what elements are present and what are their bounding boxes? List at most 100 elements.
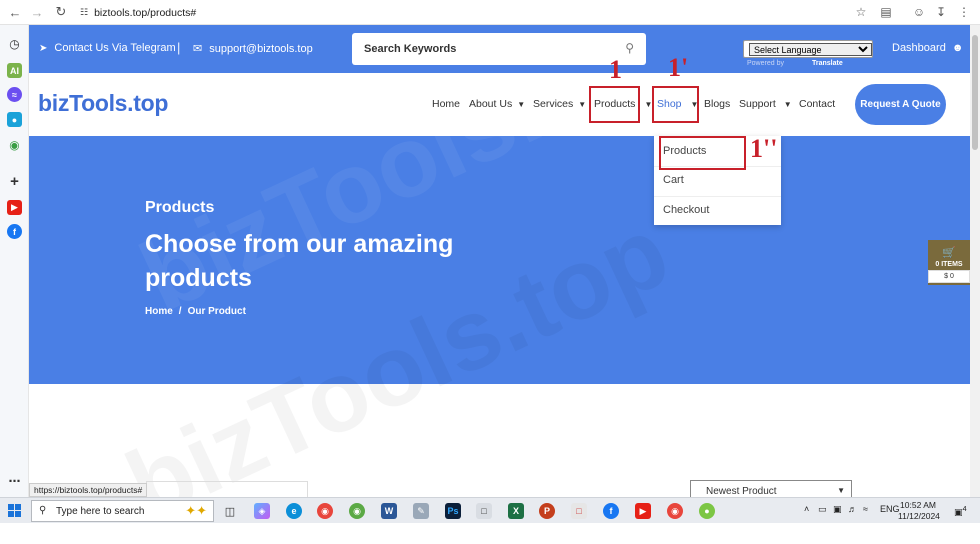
speaker-icon[interactable]: ♬ bbox=[848, 504, 857, 514]
search-icon: ⚲ bbox=[39, 505, 47, 516]
request-quote-button[interactable]: Request A Quote bbox=[855, 84, 946, 125]
site-info-icon[interactable]: ☷ bbox=[80, 7, 88, 18]
app-icon[interactable]: ● bbox=[699, 503, 715, 519]
annotation-label-1-prime: 1' bbox=[668, 53, 689, 82]
annotation-label-1: 1 bbox=[609, 55, 622, 84]
annotation-box-shop bbox=[652, 86, 699, 123]
telegram-link[interactable]: ➤ Contact Us Via Telegram bbox=[39, 42, 176, 54]
edge-icon[interactable]: e bbox=[286, 503, 302, 519]
chevron-down-icon: ▼ bbox=[783, 99, 792, 109]
history-icon[interactable]: ◷ bbox=[7, 36, 22, 51]
email-link[interactable]: ✉ support@biztools.top bbox=[193, 42, 313, 56]
task-view-icon[interactable]: ◫ bbox=[222, 503, 238, 519]
taskbar: ⚲ Type here to search ✦✦ ◫ ◈ e ◉ ◉ W ✎ P… bbox=[0, 497, 980, 523]
chevron-down-icon: ▼ bbox=[517, 99, 526, 109]
youtube-icon[interactable]: ▶ bbox=[7, 200, 22, 215]
search-icon[interactable]: ⚲ bbox=[625, 41, 634, 55]
annotation-box-products bbox=[589, 86, 640, 123]
taskbar-search-input[interactable]: ⚲ Type here to search ✦✦ bbox=[31, 500, 214, 522]
download-icon[interactable]: ↧ bbox=[933, 4, 949, 20]
site-logo[interactable]: bizTools.top bbox=[38, 90, 168, 117]
hero-banner: bizTools.top Products Choose from our am… bbox=[29, 136, 970, 384]
language-indicator[interactable]: ENG bbox=[880, 504, 900, 514]
breadcrumb-separator: / bbox=[178, 306, 182, 317]
excel-icon[interactable]: X bbox=[508, 503, 524, 519]
forward-icon[interactable]: → bbox=[26, 1, 48, 23]
browser-app-icon[interactable]: ◉ bbox=[349, 503, 365, 519]
site-header: bizTools.top Home About Us ▼ Services ▼ Pr… bbox=[29, 73, 970, 136]
back-icon[interactable]: ← bbox=[4, 1, 26, 23]
clock[interactable]: 10:52 AM 11/12/2024 bbox=[898, 500, 940, 522]
language-select[interactable]: Select Language bbox=[743, 40, 873, 58]
chevron-down-icon: ▼ bbox=[578, 99, 587, 109]
tray-chevron-icon[interactable]: ˄ bbox=[804, 504, 809, 514]
network-icon[interactable]: ▣ bbox=[833, 504, 842, 515]
search-input[interactable]: Search Keywords ⚲ bbox=[352, 33, 646, 65]
nav-blogs[interactable]: Blogs bbox=[704, 98, 730, 110]
bookmark-star-icon[interactable]: ☆ bbox=[853, 4, 869, 20]
add-icon[interactable]: + bbox=[7, 173, 22, 190]
nav-home[interactable]: Home bbox=[432, 98, 460, 110]
cart-icon: 🛒 bbox=[942, 246, 956, 259]
nav-support[interactable]: Support ▼ bbox=[739, 98, 792, 110]
sort-select[interactable]: Newest Product ▼ bbox=[690, 480, 852, 497]
file-icon[interactable]: □ bbox=[476, 503, 492, 519]
games-icon[interactable]: ◉ bbox=[7, 137, 22, 152]
wifi-icon[interactable]: ≈ bbox=[863, 504, 868, 514]
scrollbar-thumb[interactable] bbox=[972, 35, 978, 150]
language-dropdown[interactable]: Select Language bbox=[749, 42, 872, 56]
sparkle-icon: ✦✦ bbox=[185, 503, 207, 518]
extensions-icon[interactable]: ▤ bbox=[878, 4, 894, 20]
profile-icon[interactable]: ☺ bbox=[911, 4, 927, 20]
user-icon: ☻ bbox=[951, 42, 964, 54]
separator: | bbox=[177, 40, 181, 55]
reload-icon[interactable]: ↻ bbox=[50, 1, 72, 23]
battery-icon[interactable]: ▭ bbox=[818, 504, 827, 515]
cart-total: $ 0 bbox=[928, 270, 970, 283]
hero-title: Choose from our amazing products bbox=[145, 230, 454, 292]
status-bar-url: https://biztools.top/products# bbox=[29, 483, 148, 497]
powered-by: Powered by Translate bbox=[747, 60, 843, 67]
more-icon[interactable]: ⋯ bbox=[7, 473, 22, 488]
youtube-icon[interactable]: ▶ bbox=[635, 503, 651, 519]
browser-toolbar: ← → ↻ ☷ biztools.top/products# ☆ ▤ ☺ ↧ ⋮ bbox=[0, 0, 980, 25]
facebook-icon[interactable]: f bbox=[7, 224, 22, 239]
url-text: biztools.top/products# bbox=[94, 6, 197, 19]
translate-link[interactable]: Translate bbox=[812, 60, 843, 67]
annotation-box-dropdown-products bbox=[659, 136, 746, 170]
breadcrumb-home[interactable]: Home bbox=[145, 306, 173, 317]
nav-contact[interactable]: Contact bbox=[799, 98, 835, 110]
chrome-icon[interactable]: ◉ bbox=[667, 503, 683, 519]
powerpoint-icon[interactable]: P bbox=[539, 503, 555, 519]
top-bar: ➤ Contact Us Via Telegram | ✉ support@bizt… bbox=[29, 25, 970, 73]
word-icon[interactable]: W bbox=[381, 503, 397, 519]
copilot-icon[interactable]: ◈ bbox=[254, 503, 270, 519]
ai-icon[interactable]: AI bbox=[7, 63, 22, 78]
mail-icon: ✉ bbox=[193, 43, 203, 55]
nav-about-us[interactable]: About Us ▼ bbox=[469, 98, 525, 110]
pdf-icon[interactable]: □ bbox=[571, 503, 587, 519]
address-bar[interactable]: ☷ biztools.top/products# bbox=[74, 3, 874, 22]
dropdown-item-checkout[interactable]: Checkout bbox=[663, 204, 709, 216]
app-icon[interactable]: ● bbox=[7, 112, 22, 127]
annotation-label-1-double-prime: 1'' bbox=[750, 134, 778, 163]
chrome-icon[interactable]: ◉ bbox=[317, 503, 333, 519]
paint-icon[interactable]: ✎ bbox=[413, 503, 429, 519]
filter-box[interactable] bbox=[146, 481, 308, 497]
breadcrumb-current: Our Product bbox=[187, 306, 246, 317]
telegram-icon: ➤ bbox=[39, 42, 48, 54]
browser-sidebar: ◷ AI ≈ ● ◉ + ▶ f ⋯ bbox=[0, 25, 29, 497]
menu-dots-icon[interactable]: ⋮ bbox=[956, 4, 972, 20]
dashboard-link[interactable]: Dashboard ☻ bbox=[892, 42, 963, 54]
notification-icon[interactable]: ▣4 bbox=[954, 504, 967, 518]
messenger-icon[interactable]: ≈ bbox=[7, 87, 22, 102]
breadcrumb: Home / Our Product bbox=[145, 306, 246, 317]
windows-start-icon[interactable] bbox=[8, 504, 22, 518]
nav-services[interactable]: Services ▼ bbox=[533, 98, 586, 110]
divider bbox=[654, 196, 781, 197]
facebook-icon[interactable]: f bbox=[603, 503, 619, 519]
cart-items-count: 0 ITEMS bbox=[935, 260, 963, 268]
photoshop-icon[interactable]: Ps bbox=[445, 503, 461, 519]
hero-subtitle: Products bbox=[145, 199, 215, 216]
dropdown-item-cart[interactable]: Cart bbox=[663, 174, 684, 186]
